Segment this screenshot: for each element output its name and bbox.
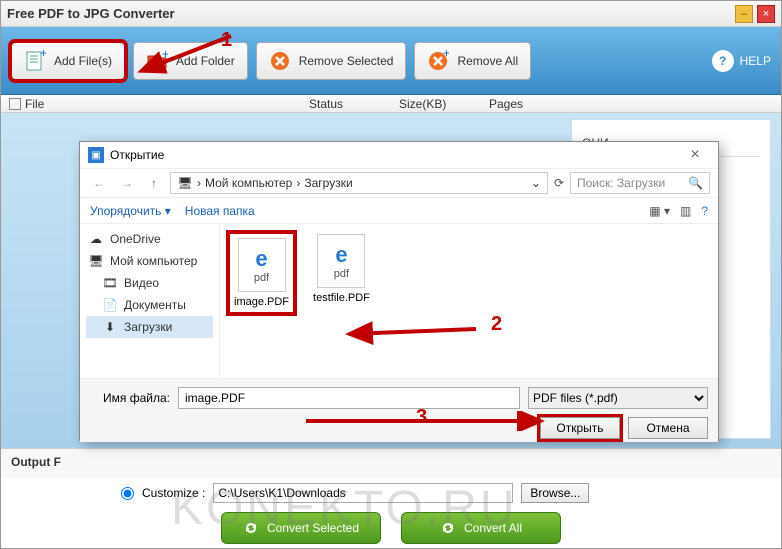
dialog-app-icon: ▣: [88, 147, 104, 163]
dialog-nav: ← → ↑ 🖥 › Мой компьютер › Загрузки ⌄ ⟳ П…: [80, 168, 718, 198]
video-icon: 🎞: [102, 275, 118, 291]
organize-menu[interactable]: Упорядочить ▾: [90, 204, 171, 218]
convert-selected-label: Convert Selected: [267, 521, 359, 535]
remove-x-icon: +: [427, 50, 449, 72]
convert-selected-button[interactable]: Convert Selected: [221, 512, 381, 544]
customize-radio[interactable]: [121, 487, 134, 500]
dialog-close-button[interactable]: ×: [680, 145, 710, 165]
convert-all-label: Convert All: [464, 521, 522, 535]
window-title: Free PDF to JPG Converter: [7, 6, 175, 21]
column-headers: File Status Size(KB) Pages: [1, 95, 781, 113]
sidebar-item-documents[interactable]: 📄Документы: [86, 294, 213, 316]
computer-icon: 🖥: [88, 253, 104, 269]
main-toolbar: + Add File(s) + Add Folder Remove Select…: [1, 27, 781, 95]
dialog-titlebar: ▣ Открытие ×: [80, 142, 718, 168]
remove-selected-label: Remove Selected: [299, 54, 394, 68]
svg-text:+: +: [162, 50, 168, 61]
output-section-label: Output F: [1, 448, 781, 478]
add-files-label: Add File(s): [54, 54, 112, 68]
add-files-button[interactable]: + Add File(s): [11, 42, 125, 80]
svg-text:+: +: [443, 50, 449, 60]
dialog-footer: Имя файла: PDF files (*.pdf) Открыть Отм…: [80, 378, 718, 442]
cloud-icon: ☁: [88, 231, 104, 247]
filetype-select[interactable]: PDF files (*.pdf): [528, 387, 708, 409]
help-button[interactable]: ? HELP: [712, 50, 771, 72]
add-folder-label: Add Folder: [176, 54, 235, 68]
col-size: Size(KB): [399, 97, 489, 111]
view-mode-button[interactable]: ▦ ▾: [649, 204, 670, 218]
dialog-help-button[interactable]: ?: [701, 204, 708, 218]
help-label: HELP: [740, 54, 771, 68]
sidebar-item-onedrive[interactable]: ☁OneDrive: [86, 228, 213, 250]
cancel-button[interactable]: Отмена: [628, 417, 708, 439]
dialog-sidebar: ☁OneDrive 🖥Мой компьютер 🎞Видео 📄Докумен…: [80, 224, 220, 378]
browse-button[interactable]: Browse...: [521, 483, 589, 503]
file-item[interactable]: epdf testfile.PDF: [313, 234, 370, 304]
file-plus-icon: +: [24, 50, 46, 72]
close-button[interactable]: ×: [757, 5, 775, 23]
search-icon: 🔍: [688, 176, 703, 190]
path-bar[interactable]: 🖥 › Мой компьютер › Загрузки ⌄: [170, 172, 548, 194]
file-item[interactable]: epdf image.PDF: [230, 234, 293, 312]
remove-all-label: Remove All: [457, 54, 518, 68]
titlebar: Free PDF to JPG Converter – ×: [1, 1, 781, 27]
refresh-icon: [243, 520, 259, 536]
remove-selected-button[interactable]: Remove Selected: [256, 42, 407, 80]
remove-all-button[interactable]: + Remove All: [414, 42, 531, 80]
filename-label: Имя файла:: [90, 391, 170, 405]
svg-text:+: +: [40, 50, 46, 60]
file-open-dialog: ▣ Открытие × ← → ↑ 🖥 › Мой компьютер › З…: [79, 141, 719, 441]
new-folder-button[interactable]: Новая папка: [185, 204, 255, 218]
download-icon: ⬇: [102, 319, 118, 335]
col-pages: Pages: [489, 97, 549, 111]
file-name: image.PDF: [234, 296, 289, 308]
refresh-button[interactable]: ⟳: [554, 176, 564, 190]
document-icon: 📄: [102, 297, 118, 313]
folder-plus-icon: +: [146, 50, 168, 72]
preview-pane-button[interactable]: ▥: [680, 204, 691, 218]
sidebar-item-video[interactable]: 🎞Видео: [86, 272, 213, 294]
forward-button[interactable]: →: [116, 172, 138, 194]
file-name: testfile.PDF: [313, 292, 370, 304]
help-icon: ?: [712, 50, 734, 72]
remove-x-icon: [269, 50, 291, 72]
col-status: Status: [309, 97, 399, 111]
customize-label: Customize :: [142, 486, 205, 500]
add-folder-button[interactable]: + Add Folder: [133, 42, 248, 80]
select-all-checkbox[interactable]: [9, 98, 21, 110]
output-path-input[interactable]: [213, 483, 513, 503]
dialog-tools: Упорядочить ▾ Новая папка ▦ ▾ ▥ ?: [80, 198, 718, 224]
convert-row: Convert Selected Convert All: [1, 508, 781, 548]
pdf-icon: e: [255, 246, 267, 272]
computer-icon: 🖥: [177, 175, 193, 191]
convert-all-button[interactable]: Convert All: [401, 512, 561, 544]
dialog-file-grid[interactable]: epdf image.PDF epdf testfile.PDF: [220, 224, 718, 378]
sidebar-item-downloads[interactable]: ⬇Загрузки: [86, 316, 213, 338]
back-button[interactable]: ←: [88, 172, 110, 194]
pdf-icon: e: [335, 242, 347, 268]
open-button[interactable]: Открыть: [540, 417, 620, 439]
minimize-button[interactable]: –: [735, 5, 753, 23]
output-options: Customize : Browse...: [1, 478, 781, 508]
dialog-title: Открытие: [110, 148, 164, 162]
refresh-icon: [440, 520, 456, 536]
up-button[interactable]: ↑: [144, 173, 164, 193]
col-file: File: [25, 97, 44, 111]
search-input[interactable]: Поиск: Загрузки 🔍: [570, 172, 710, 194]
filename-input[interactable]: [178, 387, 520, 409]
sidebar-item-computer[interactable]: 🖥Мой компьютер: [86, 250, 213, 272]
